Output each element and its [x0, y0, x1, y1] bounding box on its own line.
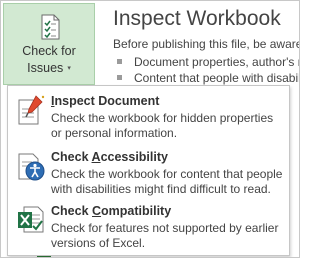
check-for-issues-label: Check for — [22, 44, 76, 58]
inspect-document-icon — [18, 95, 45, 125]
inspect-bullet: Document properties, author's name — [117, 55, 299, 69]
menu-item-inspect-document[interactable]: Inspect Document Check the workbook for … — [8, 90, 289, 144]
bullet-icon — [117, 59, 122, 64]
inspect-document-title: Inspect Document — [51, 94, 160, 108]
check-for-issues-button[interactable]: Check for Issues ▾ — [3, 3, 95, 85]
checklist-icon — [41, 14, 60, 40]
check-for-issues-menu: Inspect Document Check the workbook for … — [7, 85, 290, 256]
issues-label: Issues ▾ — [27, 61, 71, 75]
menu-item-check-accessibility[interactable]: Check Accessibility Check the workbook f… — [8, 146, 289, 200]
check-accessibility-desc: Check the workbook for content that peop… — [51, 167, 283, 181]
check-accessibility-title: Check Accessibility — [51, 150, 168, 164]
inspect-document-desc: Check the workbook for hidden properties — [51, 111, 274, 125]
check-compatibility-desc: Check for features not supported by earl… — [51, 221, 279, 235]
check-accessibility-desc: with disabilities might find difficult t… — [51, 182, 271, 196]
backstage-info-panel: Check for Issues ▾ Inspect Workbook Befor… — [0, 0, 300, 258]
check-compatibility-desc: versions of Excel. — [51, 236, 146, 250]
inspect-document-desc: or personal information. — [51, 126, 178, 140]
chevron-down-icon: ▾ — [67, 65, 71, 72]
bullet-icon — [117, 75, 122, 80]
check-accessibility-icon — [18, 153, 45, 181]
check-compatibility-icon — [18, 206, 44, 233]
inspect-bullet: Content that people with disabilities — [117, 71, 299, 85]
inspect-workbook-description: Before publishing this file, be aware th… — [113, 37, 300, 51]
inspect-workbook-title: Inspect Workbook — [113, 7, 281, 30]
check-compatibility-title: Check Compatibility — [51, 204, 172, 218]
menu-item-check-compatibility[interactable]: Check Compatibility Check for features n… — [8, 200, 289, 254]
